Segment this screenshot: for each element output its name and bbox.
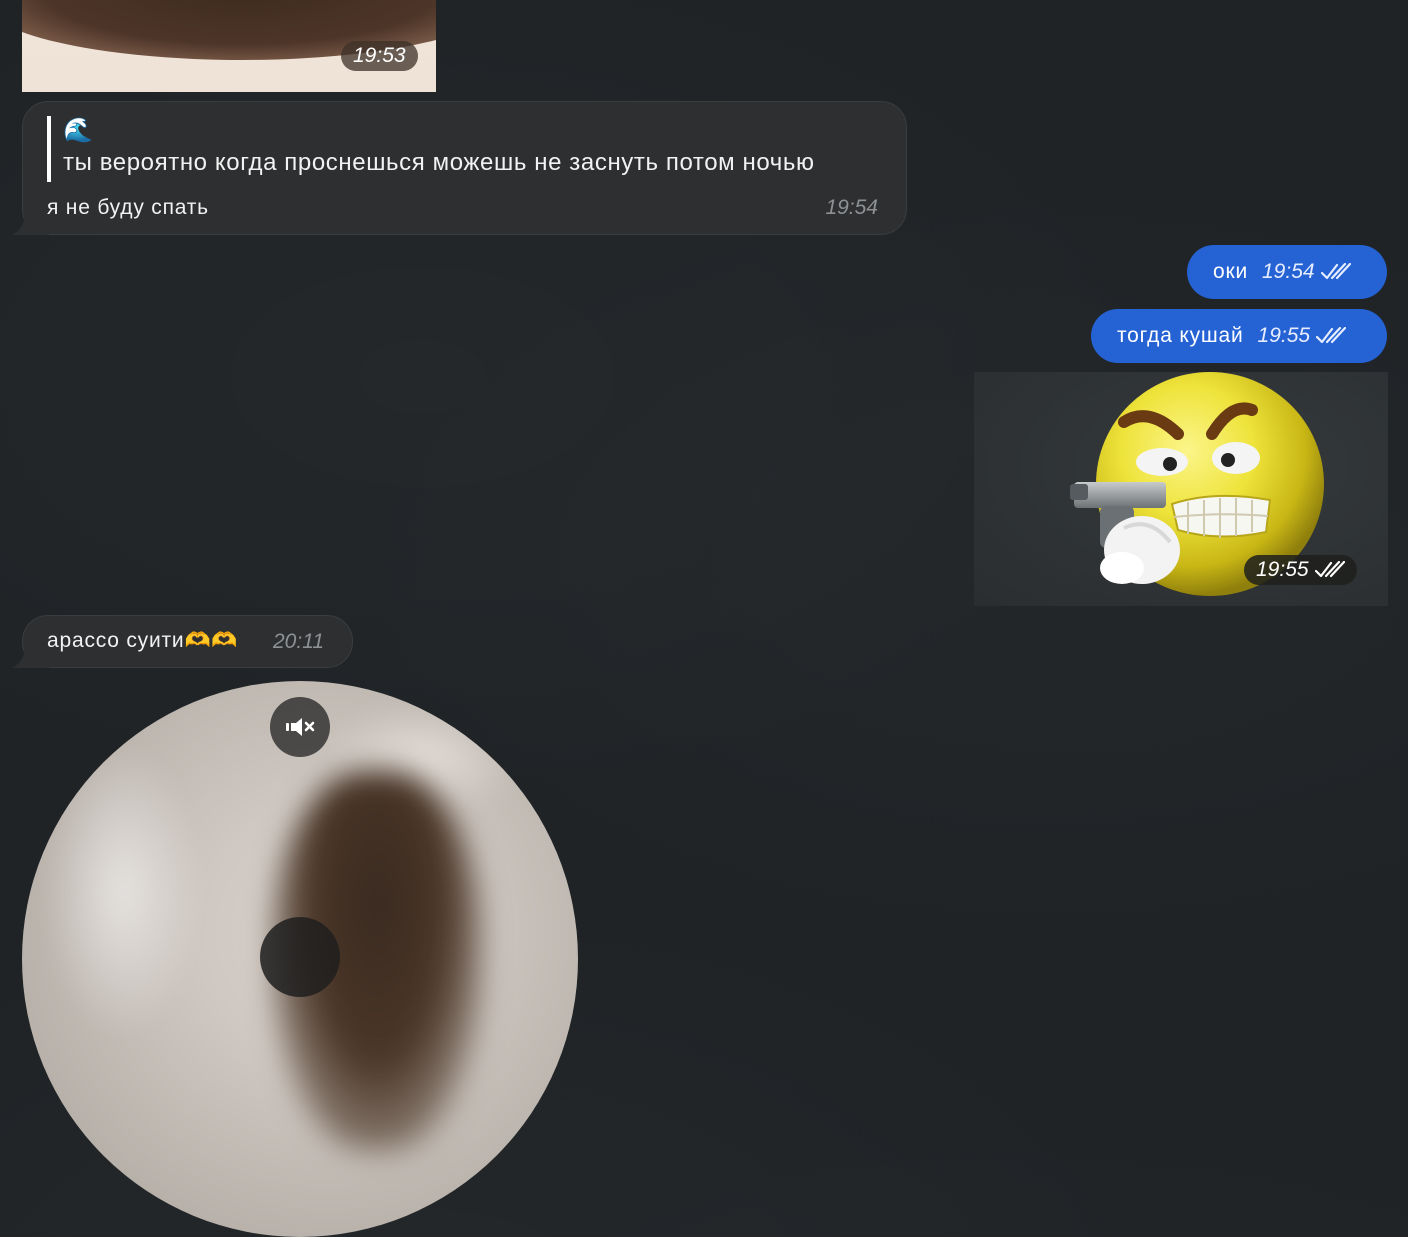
outgoing-message[interactable]: оки 19:54 bbox=[1187, 245, 1387, 299]
message-time: 19:55 bbox=[1257, 324, 1311, 347]
double-check-icon bbox=[1320, 263, 1351, 280]
message-meta: 19:54 bbox=[1262, 260, 1351, 284]
unmute-button[interactable] bbox=[270, 697, 330, 757]
bubble-tail bbox=[9, 644, 49, 668]
speaker-muted-icon bbox=[286, 718, 315, 736]
message-text: я не буду спать bbox=[47, 196, 209, 219]
incoming-message[interactable]: арассо суити🫶🫶 20:11 bbox=[22, 615, 353, 668]
photo-time-badge: 19:53 bbox=[341, 41, 418, 71]
message-time: 19:55 bbox=[1256, 558, 1309, 581]
incoming-message-reply[interactable]: 🌊 ты вероятно когда проснешься можешь не… bbox=[22, 101, 907, 235]
round-video-message[interactable] bbox=[22, 681, 578, 1237]
message-meta: 19:55 bbox=[1258, 324, 1347, 348]
message-time: 19:53 bbox=[353, 44, 406, 67]
bubble-tail bbox=[9, 211, 49, 235]
video-content bbox=[42, 741, 202, 1041]
reply-quote[interactable]: 🌊 ты вероятно когда проснешься можешь не… bbox=[47, 116, 815, 182]
message-time: 19:54 bbox=[1262, 260, 1315, 283]
message-time: 20:11 bbox=[273, 630, 324, 653]
message-text: тогда кушай bbox=[1117, 324, 1244, 347]
message-text: арассо суити🫶🫶 bbox=[47, 629, 239, 652]
double-check-icon bbox=[1316, 327, 1347, 344]
wave-emoji: 🌊 bbox=[63, 117, 93, 144]
outgoing-message[interactable]: тогда кушай 19:55 bbox=[1091, 309, 1387, 363]
quoted-text: ты вероятно когда проснешься можешь не з… bbox=[63, 149, 815, 176]
double-check-icon bbox=[1314, 561, 1345, 578]
gif-time-badge: 19:55 bbox=[1244, 555, 1357, 585]
message-text: оки bbox=[1213, 260, 1248, 283]
message-time: 19:54 bbox=[825, 196, 878, 219]
play-button[interactable] bbox=[260, 917, 340, 997]
